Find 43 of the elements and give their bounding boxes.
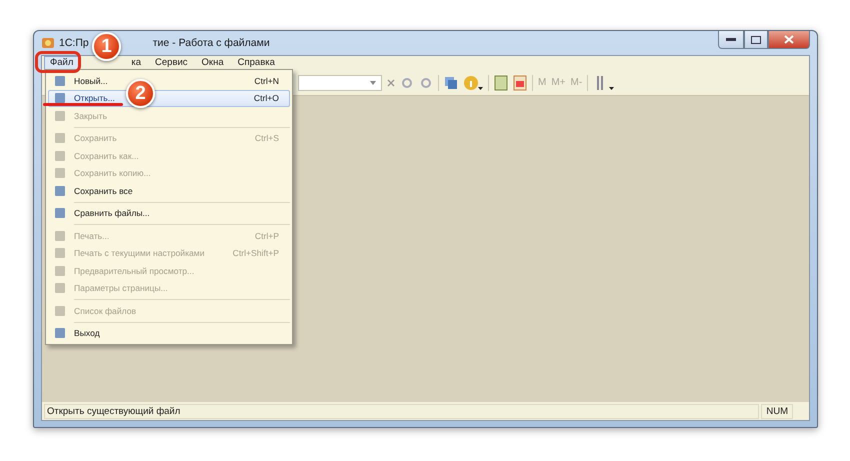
highlight-ring — [35, 51, 81, 73]
maximize-icon — [751, 36, 761, 44]
memory-button[interactable]: M — [538, 77, 546, 88]
step-badge: 1 — [92, 32, 121, 61]
clear-icon[interactable] — [387, 78, 395, 86]
menu-item-icon — [54, 247, 66, 260]
maximize-button[interactable] — [744, 31, 768, 49]
menu-bar-item[interactable]: ка — [125, 56, 148, 70]
menu-item-icon — [54, 207, 66, 220]
num-lock-indicator: NUM — [761, 404, 793, 418]
menu-item-icon — [54, 150, 66, 162]
menu-item-icon — [54, 110, 66, 122]
search-combo-field[interactable] — [298, 74, 382, 90]
menu-item[interactable]: Сохранить все — [48, 182, 290, 200]
menu-bar-item[interactable]: Справка — [232, 56, 281, 70]
menu-item-icon — [54, 327, 66, 340]
status-message: Открыть существующий файл — [44, 404, 760, 418]
menu-item[interactable]: Выход — [48, 324, 290, 342]
dropdown-arrow-icon[interactable] — [368, 80, 378, 86]
menu-item-icon — [54, 167, 66, 180]
menu-item[interactable]: Сравнить файлы... — [48, 204, 290, 222]
menu-item-icon — [54, 92, 66, 104]
menu-bar-item[interactable]: Сервис — [149, 56, 194, 70]
menu-item-icon — [54, 264, 66, 277]
memory-button[interactable]: M+ — [551, 77, 566, 88]
close-button[interactable] — [768, 31, 810, 49]
memory-button[interactable]: M- — [570, 77, 582, 88]
menu-item-icon — [54, 230, 66, 242]
minimize-icon — [726, 38, 736, 41]
menu-item-icon — [54, 282, 66, 294]
menu-bar-item[interactable]: Файл — [44, 56, 80, 70]
menu-item-icon — [54, 132, 66, 144]
windows-icon[interactable] — [444, 76, 458, 90]
window-title: тие - Работа с файлами — [152, 37, 270, 49]
info-icon[interactable] — [463, 74, 483, 90]
menu-item-icon — [54, 184, 66, 197]
minimize-button[interactable] — [718, 31, 744, 49]
app-icon — [41, 36, 55, 50]
close-icon — [784, 35, 794, 44]
menu-item-icon — [54, 304, 66, 317]
window-title: 1С:Пр — [59, 37, 89, 49]
menu-item-icon — [54, 74, 66, 87]
menu-bar-item[interactable]: Окна — [196, 56, 230, 70]
